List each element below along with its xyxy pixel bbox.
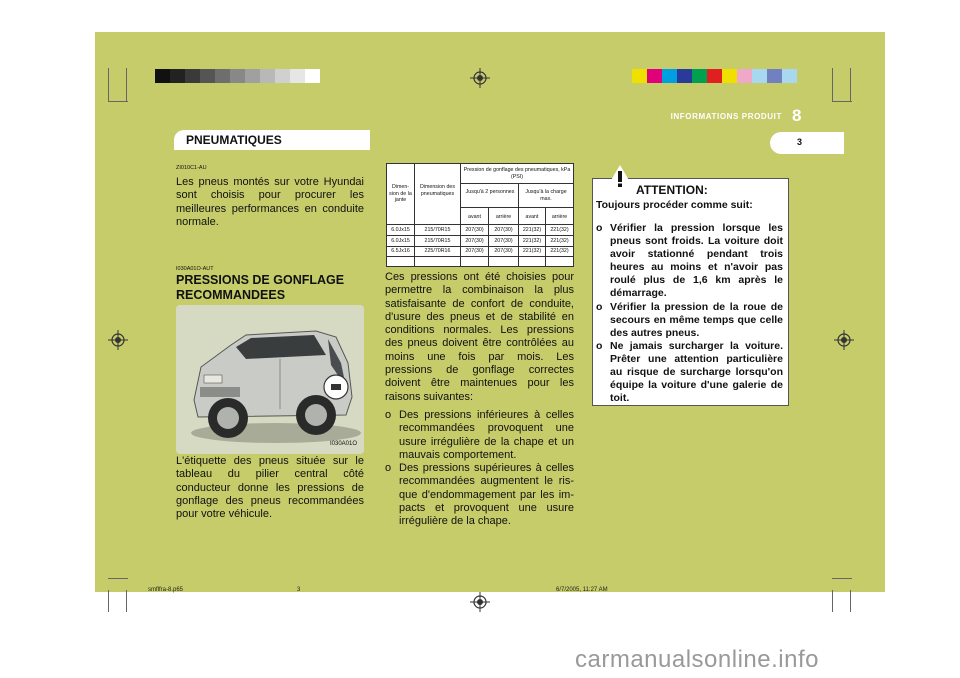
footer-filename: smflfra-8.p65	[148, 587, 184, 593]
table-cell: 207(30)	[465, 238, 484, 244]
color-calibration-bar	[632, 69, 797, 83]
calibration-swatch	[767, 69, 782, 83]
table-cell: 215/70R15	[424, 238, 451, 244]
calibration-swatch	[662, 69, 677, 83]
table-cell: 225/70R16	[424, 248, 451, 254]
warning-lead: Toujours procéder comme suit:	[596, 199, 753, 211]
registration-mark-icon	[470, 68, 490, 88]
calibration-swatch	[185, 69, 200, 83]
intro-paragraph: Les pneus montés sur votre Hyundai sont …	[176, 176, 364, 228]
calibration-swatch	[782, 69, 797, 83]
calibration-swatch	[215, 69, 230, 83]
warning-list: o Vérifier la pression lorsque les pneus …	[596, 222, 783, 405]
table-cell: 207(30)	[494, 248, 513, 254]
grayscale-calibration-bar	[155, 69, 320, 83]
warning-triangle-icon	[606, 165, 634, 189]
header-two-persons: Jusqu'à 2 personnes	[465, 189, 515, 195]
footer-date: 6/7/2005, 11:27 AM	[556, 587, 608, 593]
section-heading: PRESSIONS DE GONFLAGE RECOMMANDEES	[176, 273, 345, 302]
crop-mark	[108, 101, 128, 102]
list-item: o Vérifier la pression lorsque les pneus …	[596, 222, 783, 300]
header-pressure: Pression de gonflage des pneumatiques, k…	[463, 167, 571, 180]
crop-mark	[108, 590, 109, 612]
calibration-swatch	[677, 69, 692, 83]
crop-mark	[108, 578, 128, 579]
header-rear: arrière	[495, 214, 512, 220]
watermark: carmanualsonline.info	[575, 646, 819, 673]
page-number: 3	[797, 137, 803, 147]
reasons-list: o Des pressions inférieures à celles reco…	[385, 409, 574, 529]
header-max-load: Jusqu'à la charge max.	[525, 189, 567, 202]
calibration-swatch	[632, 69, 647, 83]
page-number-tab	[770, 132, 844, 154]
pressure-table: Dimen- sion de la jante Dimension des pn…	[386, 163, 574, 267]
table-cell: 6.0Jx15	[391, 227, 410, 233]
calibration-swatch	[722, 69, 737, 83]
table-cell: 207(30)	[494, 227, 513, 233]
calibration-swatch	[707, 69, 722, 83]
calibration-swatch	[290, 69, 305, 83]
calibration-swatch	[275, 69, 290, 83]
table-cell: 6.0Jx15	[391, 238, 410, 244]
table-cell: 221(32)	[522, 248, 542, 254]
table-cell: 221(32)	[522, 238, 542, 244]
registration-mark-icon	[834, 330, 854, 350]
vehicle-photo	[176, 305, 364, 454]
warning-title: ATTENTION:	[636, 183, 708, 197]
pressure-paragraph: Ces pressions ont été choisies pour perm…	[385, 271, 574, 403]
list-item: o Ne jamais surcharger la voiture. Prêter…	[596, 339, 783, 405]
label-paragraph: L'étiquette des pneus située sur le tabl…	[176, 455, 364, 521]
header-front: avant	[525, 214, 539, 220]
calibration-swatch	[692, 69, 707, 83]
table-cell: 221(32)	[550, 248, 569, 254]
table-cell: 207(30)	[465, 227, 484, 233]
crop-mark	[126, 590, 127, 612]
list-item: o Des pressions inférieures à celles reco…	[385, 409, 574, 461]
photo-caption: I030A01O	[330, 441, 358, 447]
header-front: avant	[468, 214, 481, 220]
registration-mark-icon	[470, 592, 490, 612]
chapter-number: 8	[792, 106, 802, 125]
crop-mark	[126, 68, 127, 102]
crop-mark	[832, 590, 833, 612]
crop-mark	[832, 101, 852, 102]
chapter-header: INFORMATIONS PRODUIT	[670, 112, 782, 121]
calibration-swatch	[170, 69, 185, 83]
list-item: o Des pressions supérieures à celles reco…	[385, 462, 574, 528]
table-cell: 207(30)	[465, 248, 484, 254]
crop-mark	[832, 578, 852, 579]
header-tire-size: Dimension des pneumatiques	[419, 184, 456, 197]
registration-mark-icon	[108, 330, 128, 350]
calibration-swatch	[230, 69, 245, 83]
table-cell: 207(30)	[494, 238, 513, 244]
reference-code: ZI010C1-AU	[176, 165, 207, 171]
calibration-swatch	[200, 69, 215, 83]
reference-code: I030A01O-AUT	[176, 266, 214, 272]
crop-mark	[832, 68, 833, 102]
calibration-swatch	[155, 69, 170, 83]
calibration-swatch	[647, 69, 662, 83]
header-rim-size: Dimen- sion de la jante	[389, 184, 412, 203]
calibration-swatch	[752, 69, 767, 83]
table-cell: 6.5Jx16	[391, 248, 410, 254]
table-cell: 221(32)	[550, 227, 569, 233]
table-cell: 215/70R15	[424, 227, 451, 233]
table-cell: 221(32)	[522, 227, 542, 233]
crop-mark	[108, 68, 109, 102]
calibration-swatch	[245, 69, 260, 83]
calibration-swatch	[305, 69, 320, 83]
table-cell: 221(32)	[550, 238, 569, 244]
footer-page: 3	[297, 587, 301, 593]
crop-mark	[850, 590, 851, 612]
crop-mark	[850, 68, 851, 102]
calibration-swatch	[737, 69, 752, 83]
header-rear: arrière	[551, 214, 568, 220]
section-title: PNEUMATIQUES	[186, 133, 282, 147]
calibration-swatch	[260, 69, 275, 83]
list-item: o Vérifier la pression de la roue de seco…	[596, 300, 783, 339]
